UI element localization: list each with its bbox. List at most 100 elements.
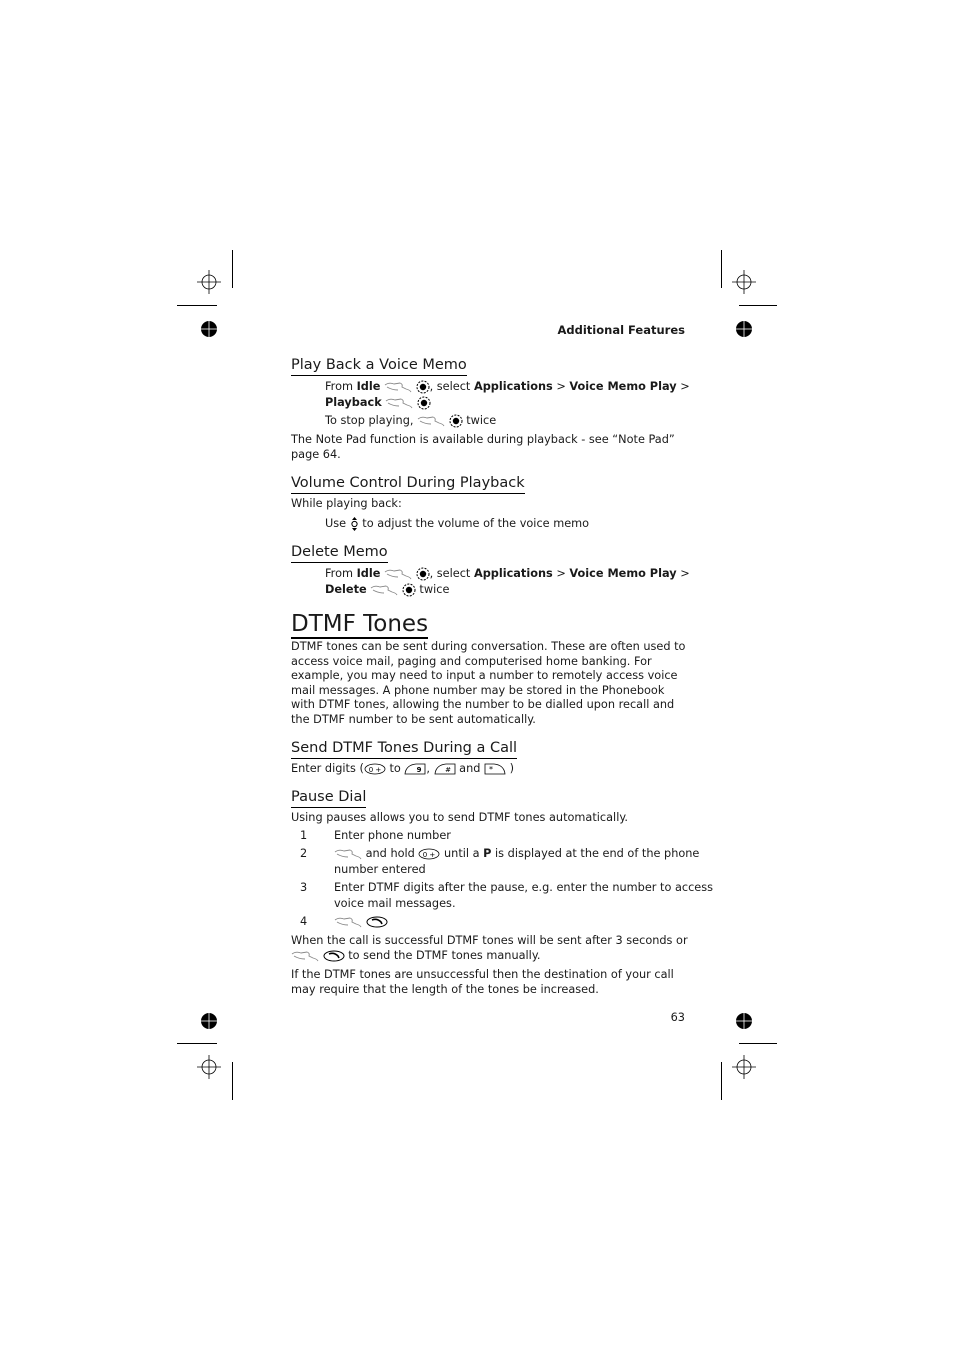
registration-dot-icon <box>736 1013 752 1029</box>
pause-intro: Using pauses allows you to send DTMF ton… <box>291 811 629 824</box>
text: From <box>325 567 353 580</box>
registration-target-icon <box>732 270 756 294</box>
menu-term-idle: Idle <box>356 380 381 393</box>
registration-target-icon <box>732 1055 756 1079</box>
crop-mark <box>232 1062 233 1100</box>
step-text: voice mail messages. <box>334 897 456 910</box>
hand-press-icon <box>386 398 413 409</box>
delete-step-1: From Idle , select Applications > Voice … <box>325 567 690 581</box>
text: to <box>389 762 401 775</box>
text: , <box>426 762 430 775</box>
dtmf-body: DTMF tones can be sent during conversati… <box>291 640 686 726</box>
text: twice <box>466 414 497 427</box>
success-text-1: When the call is successful DTMF tones w… <box>291 934 688 947</box>
text: Use <box>325 517 347 530</box>
svg-text:*: * <box>489 765 493 774</box>
zero-key-icon: 0 + <box>364 763 386 775</box>
hash-key-icon: # <box>434 763 455 775</box>
step-number: 1 <box>300 829 308 842</box>
hand-press-icon <box>370 585 398 596</box>
text: to adjust the volume of the voice memo <box>362 517 590 530</box>
registration-dot-icon <box>201 1013 217 1029</box>
section-heading-volume: Volume Control During Playback <box>291 475 525 494</box>
step-text: Enter phone number <box>334 829 451 842</box>
hand-press-icon <box>334 917 362 928</box>
section-heading-send-dtmf: Send DTMF Tones During a Call <box>291 740 518 759</box>
separator: > <box>556 380 566 393</box>
manual-page: Additional Features Play Back a Voice Me… <box>0 0 954 1351</box>
section-heading-playback: Play Back a Voice Memo <box>291 357 467 376</box>
separator: > <box>680 380 690 393</box>
svg-text:9: 9 <box>417 766 422 774</box>
page-title: DTMF Tones <box>291 611 429 639</box>
svg-text:#: # <box>445 766 451 774</box>
text: to send the DTMF tones manually. <box>348 949 541 962</box>
nav-select-icon <box>417 396 431 410</box>
hand-press-icon <box>291 951 319 962</box>
delete-step-2: Delete twice <box>325 583 449 597</box>
call-key-icon <box>323 950 345 962</box>
section-heading-pause-dial: Pause Dial <box>291 789 367 808</box>
step-number: 3 <box>300 881 308 894</box>
step-text: and hold 0 + until a P is displayed at t… <box>334 847 699 861</box>
menu-term-voice-memo-play: Voice Memo Play <box>569 567 677 580</box>
separator: > <box>556 567 566 580</box>
call-key-icon <box>366 916 388 928</box>
text: twice <box>419 583 450 596</box>
playback-step-3: To stop playing, twice <box>325 414 496 428</box>
registration-target-icon <box>197 1055 221 1079</box>
text: and <box>459 762 481 775</box>
zero-key-icon: 0 + <box>419 848 440 860</box>
step-text <box>334 915 388 929</box>
menu-term-voice-memo-play: Voice Memo Play <box>569 380 677 393</box>
nine-key-icon: 9 <box>404 763 426 775</box>
send-dtmf-text: Enter digits ( 0 + to 9, # and * ) <box>291 762 514 776</box>
step-text: Enter DTMF digits after the pause, e.g. … <box>334 881 714 894</box>
text: Enter digits ( <box>291 762 364 775</box>
volume-step: Use to adjust the volume of the voice me… <box>325 517 589 531</box>
text: To stop playing, <box>325 414 414 427</box>
page-number: 63 <box>670 1011 685 1024</box>
text: until a <box>444 847 480 860</box>
crop-mark <box>721 250 722 288</box>
section-heading-delete: Delete Memo <box>291 544 388 563</box>
volume-intro: While playing back: <box>291 497 402 510</box>
svg-text:0 +: 0 + <box>369 766 382 774</box>
hand-press-icon <box>384 569 412 580</box>
text: From <box>325 380 353 393</box>
crop-mark <box>232 250 233 288</box>
hand-press-icon <box>384 382 412 393</box>
nav-select-icon <box>416 567 430 581</box>
nav-select-icon <box>449 414 463 428</box>
nav-select-icon <box>402 583 416 597</box>
star-key-icon: * <box>484 763 506 775</box>
hand-press-icon <box>334 849 362 860</box>
text: ) <box>509 762 515 775</box>
text: is displayed at the end of the phone <box>495 847 700 860</box>
text: , select <box>429 567 471 580</box>
menu-term-delete: Delete <box>325 583 367 596</box>
registration-target-icon <box>197 270 221 294</box>
step-text: number entered <box>334 863 426 876</box>
crop-mark <box>721 1062 722 1100</box>
menu-term-idle: Idle <box>356 567 381 580</box>
success-text-2: to send the DTMF tones manually. <box>291 949 540 963</box>
crop-mark <box>739 1043 777 1044</box>
separator: > <box>680 567 690 580</box>
crop-mark <box>177 1043 217 1044</box>
nav-select-icon <box>416 380 430 394</box>
crop-mark <box>177 305 217 306</box>
hand-press-icon <box>417 416 445 427</box>
menu-term-applications: Applications <box>473 380 553 393</box>
playback-step-1: From Idle , select Applications > Voice … <box>325 380 690 394</box>
registration-dot-icon <box>201 321 217 337</box>
text: and hold <box>365 847 415 860</box>
registration-dot-icon <box>736 321 752 337</box>
menu-term-applications: Applications <box>473 567 553 580</box>
playback-step-2: Playback <box>325 396 431 410</box>
up-down-icon <box>351 517 358 531</box>
crop-mark <box>739 305 777 306</box>
svg-text:0 +: 0 + <box>423 851 436 859</box>
text: , select <box>429 380 471 393</box>
playback-note: The Note Pad function is available durin… <box>291 433 675 461</box>
